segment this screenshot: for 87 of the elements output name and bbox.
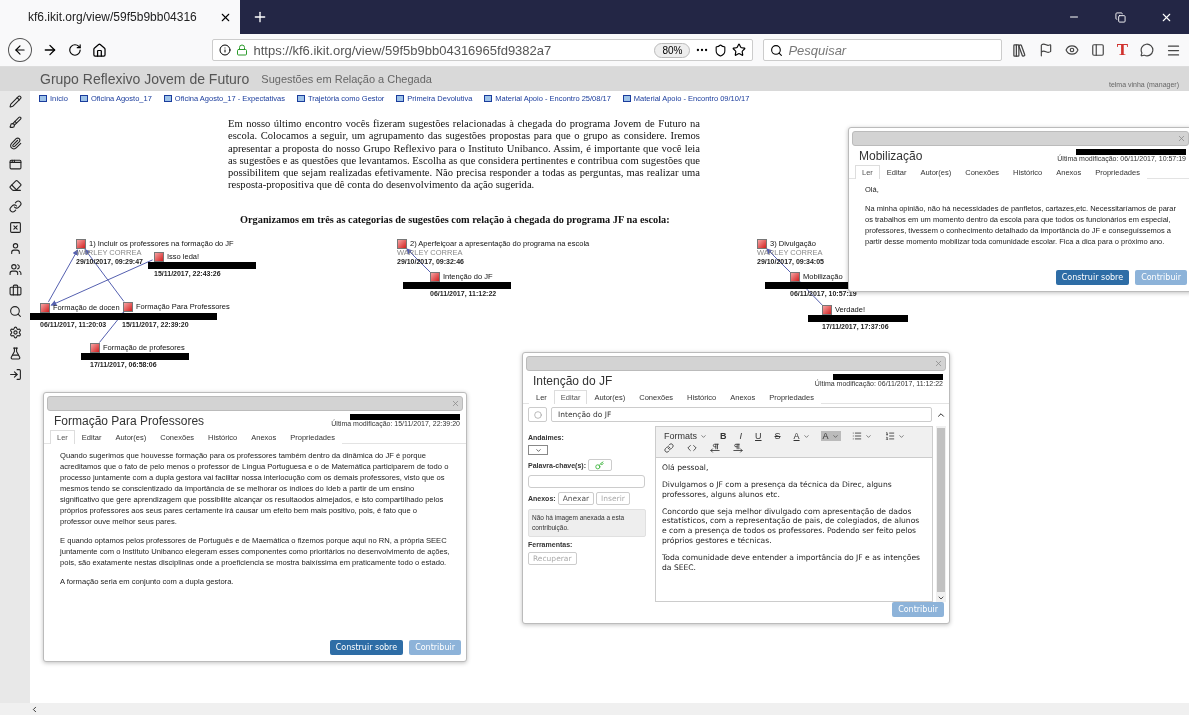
info-icon [219,44,232,56]
menu-tool[interactable]: Formats [662,431,709,441]
vertical-scrollbar[interactable] [936,426,946,602]
note-icon[interactable] [76,238,86,249]
reload-icon[interactable] [67,43,82,57]
eye-icon[interactable] [1064,43,1079,57]
sidebar-icon[interactable] [1090,43,1105,57]
highlight-tool[interactable]: A [820,431,841,441]
key-icon [595,460,605,470]
scroll-left-icon [30,704,39,714]
link-tool[interactable] [662,443,676,453]
note-icon[interactable] [790,271,800,282]
lock-icon [236,44,249,56]
note-icon[interactable] [822,304,832,315]
note-icon[interactable] [757,238,767,249]
code-icon [687,443,697,453]
users-icon[interactable] [8,263,22,276]
horizontal-scrollbar[interactable] [0,703,1189,715]
caret-icon [534,447,542,454]
rich-text-editor[interactable] [655,426,933,602]
star-icon[interactable] [732,43,747,57]
window-title: Intenção do JF [533,374,613,388]
extension-button[interactable]: T [1116,40,1128,60]
shield-icon[interactable] [714,43,728,57]
restore-icon[interactable] [1114,11,1126,23]
view-title: Sugestões em Relação a Chegada [261,73,432,85]
build-on-button[interactable]: Construir sobre [329,640,404,655]
pilcrow-icon [733,443,743,453]
caret-icon [700,432,707,440]
flag-icon[interactable] [1038,43,1053,57]
link-icon[interactable] [8,200,22,213]
exit-icon[interactable] [8,368,22,381]
ltr-tool[interactable] [708,443,722,453]
eraser-icon[interactable] [8,179,22,192]
window-icon[interactable] [8,158,22,171]
back-arrow-icon [12,43,27,57]
caret-icon [864,432,872,440]
italic-tool[interactable]: I [737,431,745,441]
paperclip-icon[interactable] [8,137,22,150]
code-tool[interactable] [685,443,699,453]
window-title: Formação Para Professores [54,414,205,428]
browser-tab[interactable]: kf6.ikit.org/view/59f5b9bb04316 [0,0,240,34]
strike-tool[interactable]: S [772,431,783,441]
crossed-box-icon[interactable] [8,221,22,234]
link-icon [664,443,674,453]
intro-paragraph: Em nosso último encontro vocês fizeram sugestões relacionadas à chegada do programa Jovem de Futuro na escola. Colocamos a seguir, um agrupamento das sugestões propostas para que o grupo as considere. Iremos apresentar a proposta do nosso Grupo Reflexivo para o Instituto Unibanco. Assim, é importante que você leia as sugestões e as questões que levantamos. Escolha as que considera pertinentes e contribua com sugestões que possibilitem que sejam realizadas efetivamente. Não precisa responder a todas as perguntas, mas realizar uma resposta-propositiva que dê conta do desenvolvimento da ação sugerida. [228,118,700,192]
settings-icon[interactable] [8,326,22,339]
rtl-tool[interactable] [731,443,745,453]
caret-icon [897,432,905,440]
address-bar[interactable]: https://kf6.ikit.org/view/59f5b9bb04316965fd9382a7 80% [212,39,754,61]
circle-icon [533,410,542,419]
scroll-down-icon [937,594,945,602]
chat-icon[interactable] [1140,43,1154,57]
note-icon[interactable] [123,301,133,312]
section-heading: Organizamos em três as categorias de sugestões com relação à chegada do programa JF na escola: [240,213,670,225]
window-title: Mobilização [859,149,923,163]
bullet-list-icon [851,431,862,441]
brush-icon[interactable] [8,116,22,129]
scaffold-select[interactable] [528,445,548,455]
build-on-button[interactable]: Construir sobre [1055,270,1130,285]
zoom-level[interactable]: 80% [654,42,691,58]
search-icon[interactable] [8,305,22,318]
note-icon[interactable] [90,342,100,353]
pencil-icon[interactable] [8,95,22,108]
home-icon[interactable] [91,42,107,58]
library-icon[interactable] [1011,42,1027,58]
search-icon [770,43,784,57]
user-icon[interactable] [8,242,22,255]
keywords-field[interactable] [528,475,645,488]
note-icon[interactable] [154,251,164,262]
note-icon[interactable] [430,271,440,282]
tab-title: kf6.ikit.org/view/59f5b9bb04316 [28,10,198,24]
group-title: Grupo Reflexivo Jovem de Futuro [40,71,250,87]
numbered-list-icon [884,431,895,441]
menu-icon[interactable] [1166,42,1181,58]
bold-tool[interactable]: B [718,431,729,441]
caret-icon [831,432,839,440]
note-icon[interactable] [40,302,50,313]
flask-icon[interactable] [8,347,22,360]
new-tab-icon[interactable] [252,9,268,25]
caret-icon [802,432,810,440]
underline-tool[interactable]: U [753,431,764,441]
briefcase-icon[interactable] [8,284,22,297]
pilcrow-icon [710,443,720,453]
note-icon[interactable] [397,238,407,249]
color-tool[interactable]: A [791,431,812,441]
search-field[interactable]: Pesquisar [763,39,1002,61]
